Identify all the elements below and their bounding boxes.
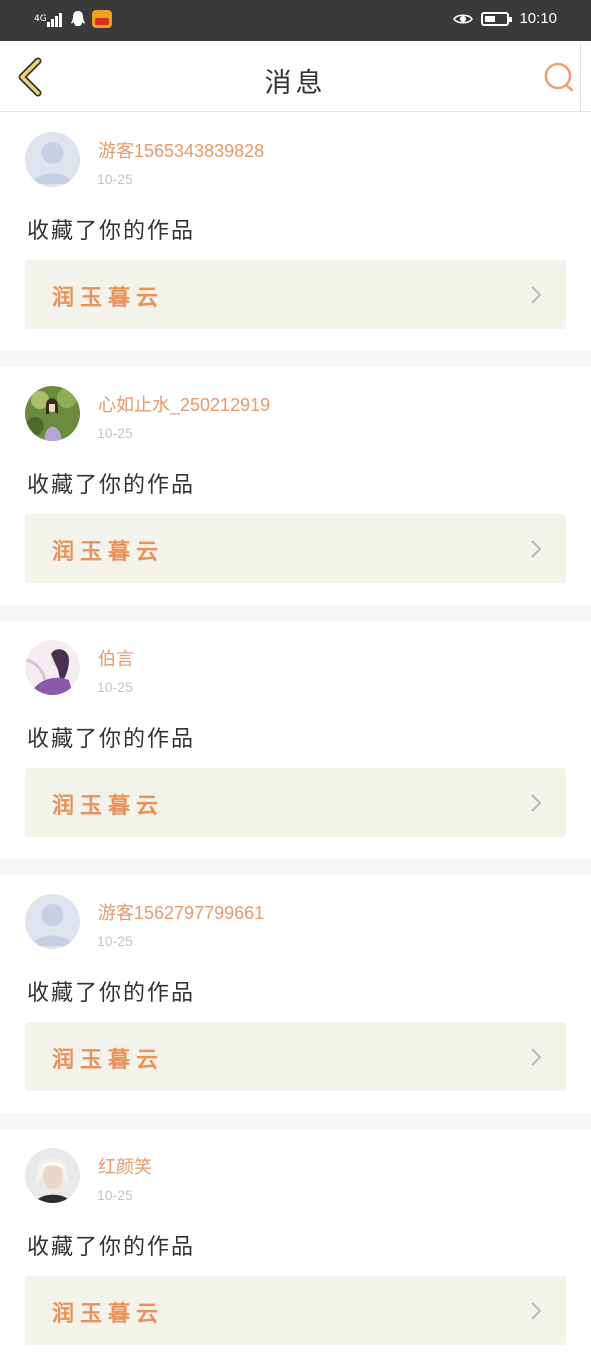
username[interactable]: 伯言 — [98, 645, 134, 671]
default-avatar[interactable] — [25, 132, 80, 187]
message-item[interactable]: 红颜笑 10-25 收藏了你的作品 润玉暮云 — [0, 1129, 591, 1367]
message-list: 游客1565343839828 10-25 收藏了你的作品 润玉暮云 心如止水_… — [0, 113, 591, 1367]
divider — [0, 605, 591, 621]
action-text: 收藏了你的作品 — [27, 219, 196, 244]
status-bar: 4G 10:10 — [0, 0, 591, 41]
chevron-right-icon — [531, 286, 542, 304]
work-link[interactable]: 润玉暮云 — [25, 1022, 566, 1091]
message-item[interactable]: 游客1562797799661 10-25 收藏了你的作品 润玉暮云 — [0, 875, 591, 1113]
work-link[interactable]: 润玉暮云 — [25, 768, 566, 837]
chevron-right-icon — [531, 1048, 542, 1066]
message-date: 10-25 — [97, 425, 133, 441]
signal-icon — [47, 11, 63, 27]
photo-avatar[interactable] — [25, 386, 80, 441]
username[interactable]: 心如止水_250212919 — [98, 391, 270, 417]
work-link[interactable]: 润玉暮云 — [25, 260, 566, 329]
action-text: 收藏了你的作品 — [27, 1235, 196, 1260]
qq-icon — [71, 11, 85, 26]
message-item[interactable]: 游客1565343839828 10-25 收藏了你的作品 润玉暮云 — [0, 113, 591, 351]
action-text: 收藏了你的作品 — [27, 473, 196, 498]
divider — [0, 1113, 591, 1129]
work-title: 润玉暮云 — [52, 539, 165, 565]
chevron-right-icon — [531, 1302, 542, 1320]
status-right: 10:10 — [453, 10, 557, 27]
photo-avatar[interactable] — [25, 640, 80, 695]
search-icon[interactable] — [543, 61, 575, 93]
chevron-right-icon — [531, 794, 542, 812]
work-title: 润玉暮云 — [52, 1047, 165, 1073]
message-date: 10-25 — [97, 933, 133, 949]
message-item[interactable]: 伯言 10-25 收藏了你的作品 润玉暮云 — [0, 621, 591, 859]
page-title: 消息 — [264, 68, 327, 99]
work-title: 润玉暮云 — [52, 285, 165, 311]
status-left: 4G — [34, 10, 112, 28]
battery-icon — [481, 11, 513, 26]
message-item[interactable]: 心如止水_250212919 10-25 收藏了你的作品 润玉暮云 — [0, 367, 591, 605]
eye-comfort-icon — [453, 13, 474, 24]
message-date: 10-25 — [97, 679, 133, 695]
divider — [0, 859, 591, 875]
photo-avatar[interactable] — [25, 1148, 80, 1203]
app-notification-icon — [92, 10, 112, 28]
network-type: 4G — [34, 13, 47, 24]
username[interactable]: 游客1565343839828 — [98, 137, 264, 163]
clock: 10:10 — [519, 10, 557, 27]
message-date: 10-25 — [97, 171, 133, 187]
action-text: 收藏了你的作品 — [27, 981, 196, 1006]
action-text: 收藏了你的作品 — [27, 727, 196, 752]
work-link[interactable]: 润玉暮云 — [25, 1276, 566, 1345]
message-date: 10-25 — [97, 1187, 133, 1203]
default-avatar[interactable] — [25, 894, 80, 949]
chevron-right-icon — [531, 540, 542, 558]
divider — [0, 351, 591, 367]
nav-bar: 消息 — [0, 41, 591, 112]
work-link[interactable]: 润玉暮云 — [25, 514, 566, 583]
username[interactable]: 红颜笑 — [98, 1153, 152, 1179]
username[interactable]: 游客1562797799661 — [98, 899, 264, 925]
work-title: 润玉暮云 — [52, 1301, 165, 1327]
work-title: 润玉暮云 — [52, 793, 165, 819]
